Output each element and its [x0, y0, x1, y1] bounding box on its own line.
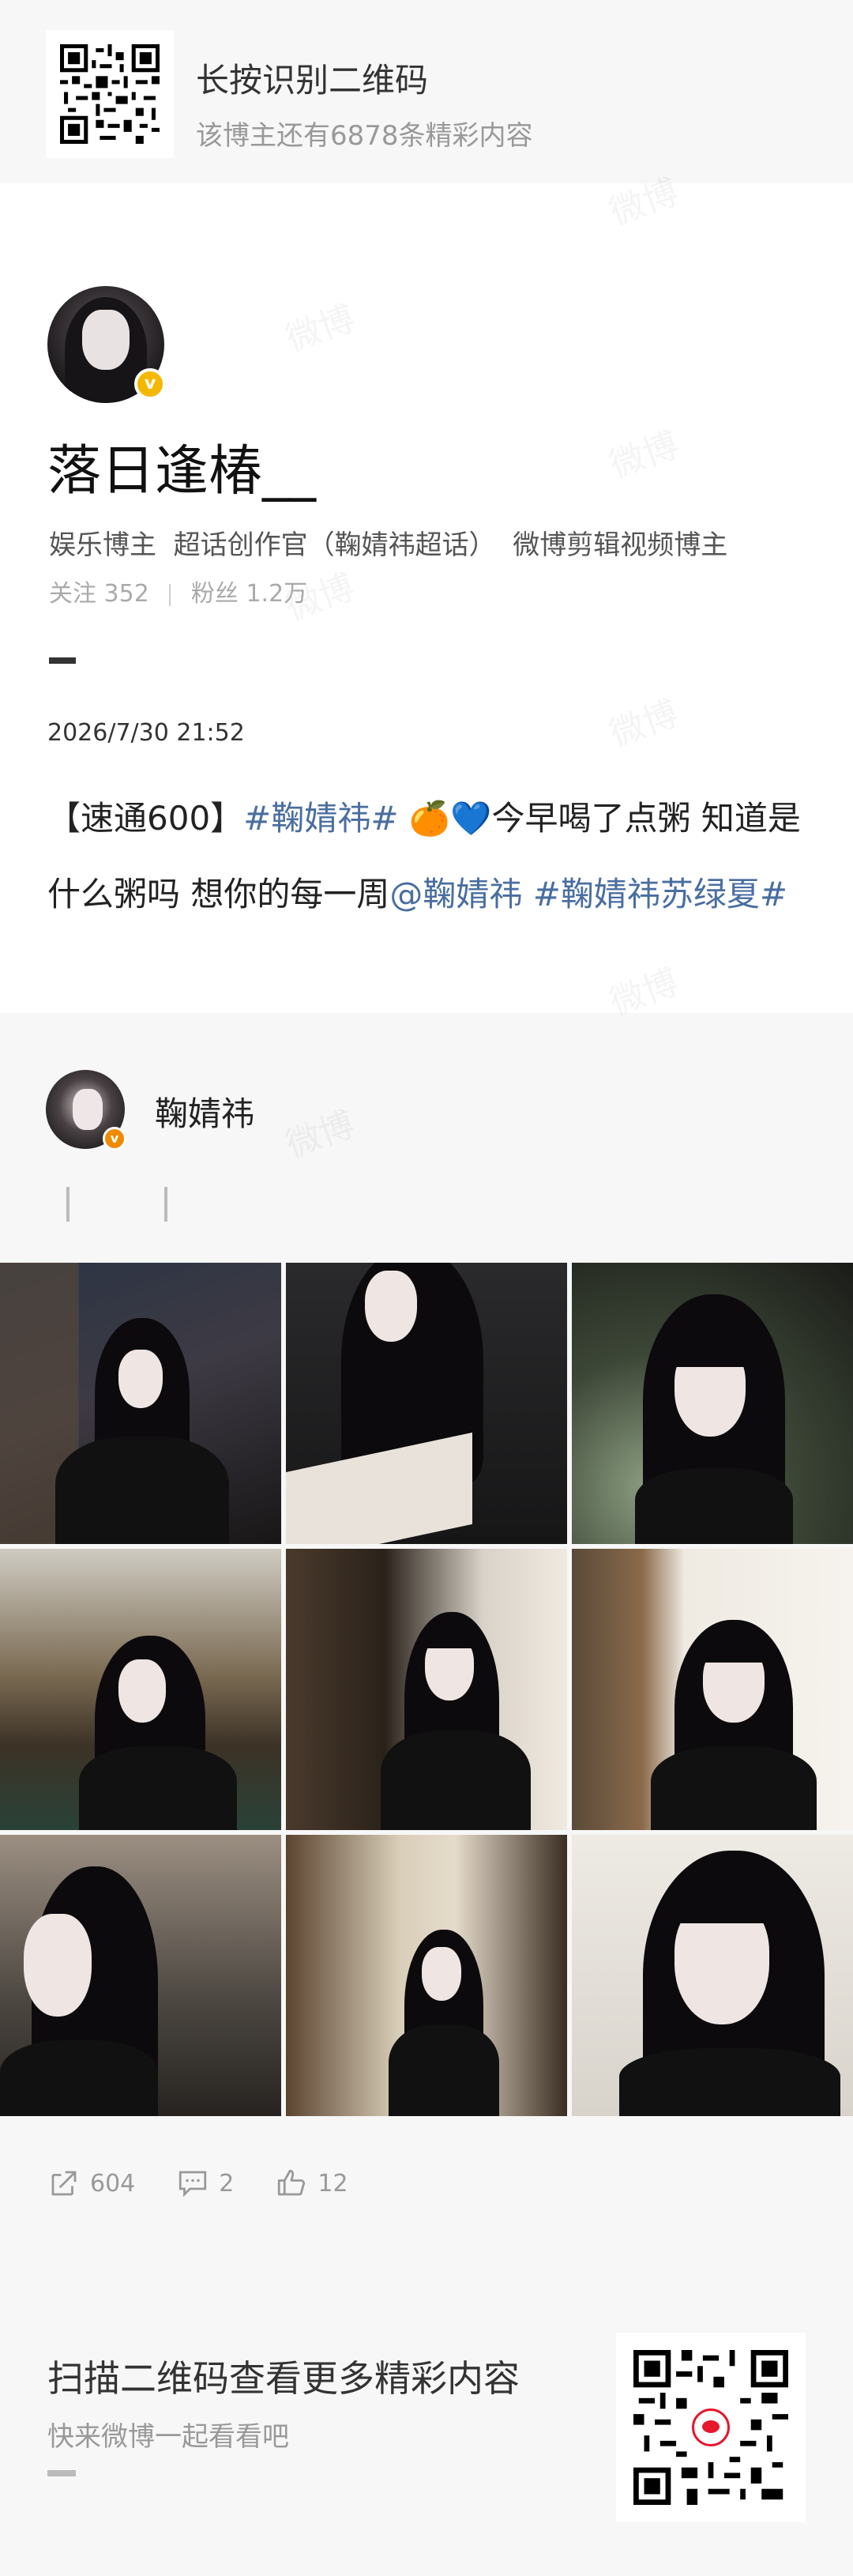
comment-icon	[179, 2171, 207, 2198]
mention-link[interactable]: @鞠婧祎	[389, 875, 522, 913]
grid-image[interactable]	[0, 1835, 281, 2116]
qr-code-icon	[60, 44, 160, 144]
author-tags: 娱乐博主 超话创作官（鞠婧祎超话） 微博剪辑视频博主	[49, 529, 728, 561]
post-text-prefix: 【速通600】	[47, 799, 244, 838]
thumbs-up-icon	[278, 2169, 306, 2196]
post-card: v 落日逢椿__ 娱乐博主 超话创作官（鞠婧祎超话） 微博剪辑视频博主 关注 3…	[0, 183, 853, 1013]
grid-image[interactable]	[0, 1549, 281, 1830]
repost-icon	[51, 2171, 77, 2196]
section-dash	[49, 657, 76, 664]
repost-card: v 鞠婧祎 604 2 12	[0, 1013, 853, 2246]
qr-code-large[interactable]	[616, 2333, 806, 2522]
section-dash	[47, 2470, 76, 2476]
author-avatar[interactable]: v	[47, 286, 166, 403]
like-count: 12	[318, 2169, 348, 2198]
action-bar: 604 2 12	[47, 2164, 389, 2203]
repost-button[interactable]: 604	[47, 2167, 135, 2200]
grid-image[interactable]	[572, 1835, 853, 2116]
grid-image[interactable]	[286, 1835, 567, 2116]
scan-hint-title: 长按识别二维码	[196, 61, 429, 100]
grid-image[interactable]	[572, 1263, 853, 1544]
repost-count: 604	[90, 2169, 136, 2198]
reposted-user-avatar[interactable]: v	[46, 1070, 131, 1155]
follow-count: 352	[103, 580, 149, 608]
footer-title: 扫描二维码查看更多精彩内容	[47, 2357, 520, 2400]
comment-button[interactable]: 2	[176, 2167, 234, 2200]
footer-subtitle: 快来微博一起看看吧	[47, 2421, 289, 2453]
follow-stats: 关注 352 粉丝 1.2万	[49, 574, 307, 608]
verified-badge-icon: v	[103, 1127, 126, 1151]
divider	[169, 583, 171, 606]
fans-label: 粉丝	[190, 580, 239, 608]
fans-count: 1.2万	[246, 580, 308, 608]
weibo-logo-icon	[692, 2408, 730, 2446]
topic-tag-link[interactable]: #鞠婧祎苏绿夏#	[522, 875, 787, 913]
reposted-user-name[interactable]: 鞠婧祎	[155, 1087, 254, 1135]
image-grid	[0, 1263, 853, 2116]
post-timestamp: 2026/7/30 21:52	[47, 719, 245, 747]
grid-image[interactable]	[286, 1549, 567, 1830]
follow-label: 关注	[49, 580, 96, 608]
grid-image[interactable]	[572, 1549, 853, 1830]
topic-tag-link[interactable]: #鞠婧祎#	[243, 799, 398, 838]
top-banner: 长按识别二维码 该博主还有6878条精彩内容	[0, 0, 853, 183]
verified-badge-icon: v	[134, 368, 166, 400]
qr-code-small[interactable]	[46, 30, 174, 158]
scan-hint-subtitle: 该博主还有6878条精彩内容	[196, 120, 533, 152]
footer-banner: 扫描二维码查看更多精彩内容 快来微博一起看看吧	[0, 2246, 853, 2576]
grid-image[interactable]	[0, 1263, 281, 1544]
comment-count: 2	[219, 2169, 235, 2198]
like-button[interactable]: 12	[275, 2167, 348, 2200]
post-body: 【速通600】#鞠婧祎# 🍊💙今早喝了点粥 知道是什么粥吗 想你的每一周@鞠婧祎…	[47, 781, 821, 932]
grid-image[interactable]	[286, 1263, 567, 1544]
author-name[interactable]: 落日逢椿__	[47, 427, 316, 505]
post-emoji: 🍊💙	[398, 799, 492, 838]
